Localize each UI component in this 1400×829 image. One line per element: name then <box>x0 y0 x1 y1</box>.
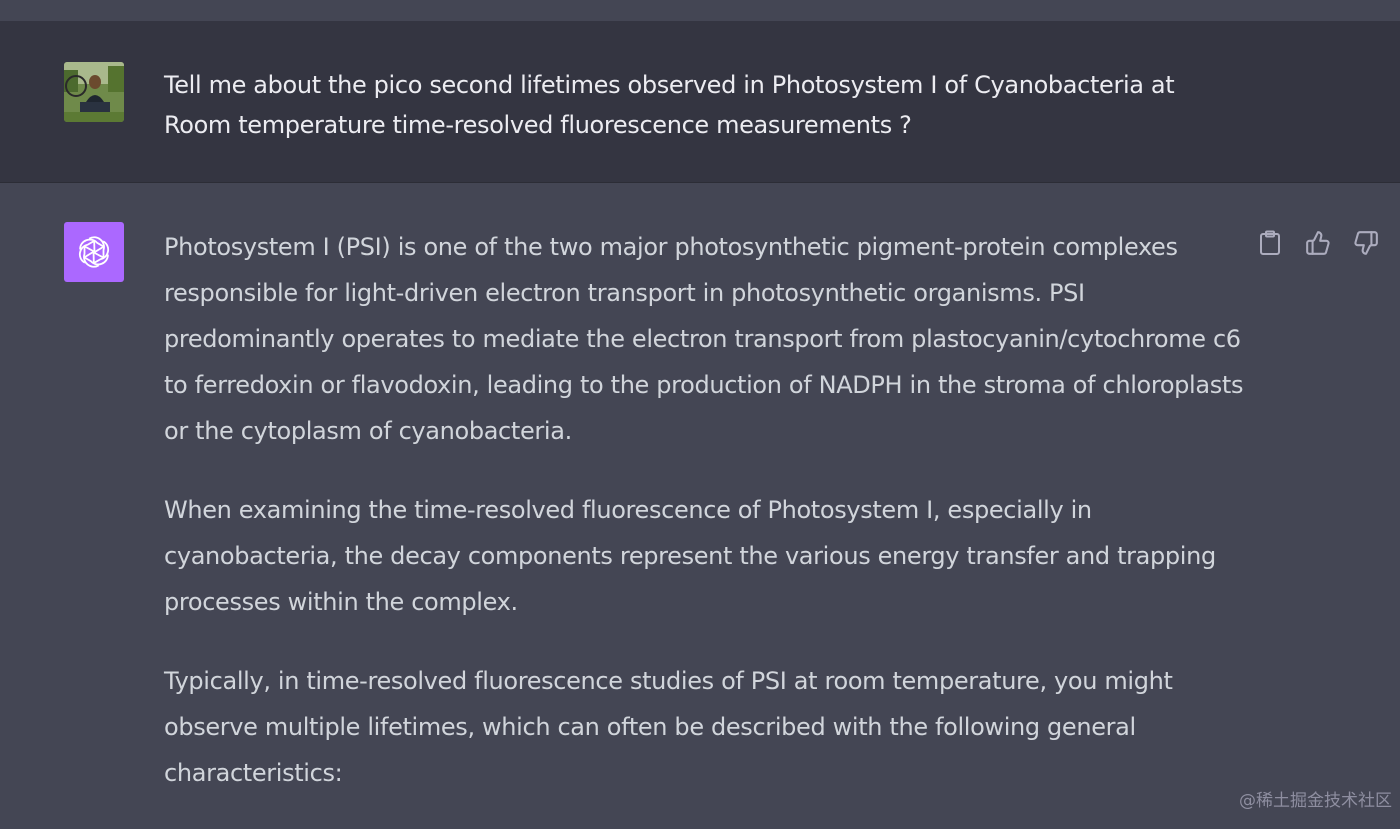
thumbs-down-icon <box>1354 231 1378 255</box>
user-avatar <box>64 62 124 122</box>
top-strip <box>0 0 1400 21</box>
assistant-message-text: Photosystem I (PSI) is one of the two ma… <box>164 224 1249 829</box>
clipboard-icon <box>1260 230 1280 255</box>
copy-button[interactable] <box>1256 229 1284 257</box>
openai-logo-icon <box>64 222 124 282</box>
answer-paragraph-2: When examining the time-resolved fluores… <box>164 496 1216 616</box>
like-button[interactable] <box>1304 229 1332 257</box>
message-actions <box>1256 229 1380 257</box>
answer-paragraph-3: Typically, in time-resolved fluorescence… <box>164 667 1173 787</box>
thumbs-up-icon <box>1306 231 1330 255</box>
answer-paragraph-1: Photosystem I (PSI) is one of the two ma… <box>164 233 1244 445</box>
watermark: @稀土掘金技术社区 <box>1239 791 1392 811</box>
user-message-row: Tell me about the pico second lifetimes … <box>0 21 1400 183</box>
user-message-text: Tell me about the pico second lifetimes … <box>164 71 1175 139</box>
dislike-button[interactable] <box>1352 229 1380 257</box>
assistant-message-row: Photosystem I (PSI) is one of the two ma… <box>0 183 1400 817</box>
